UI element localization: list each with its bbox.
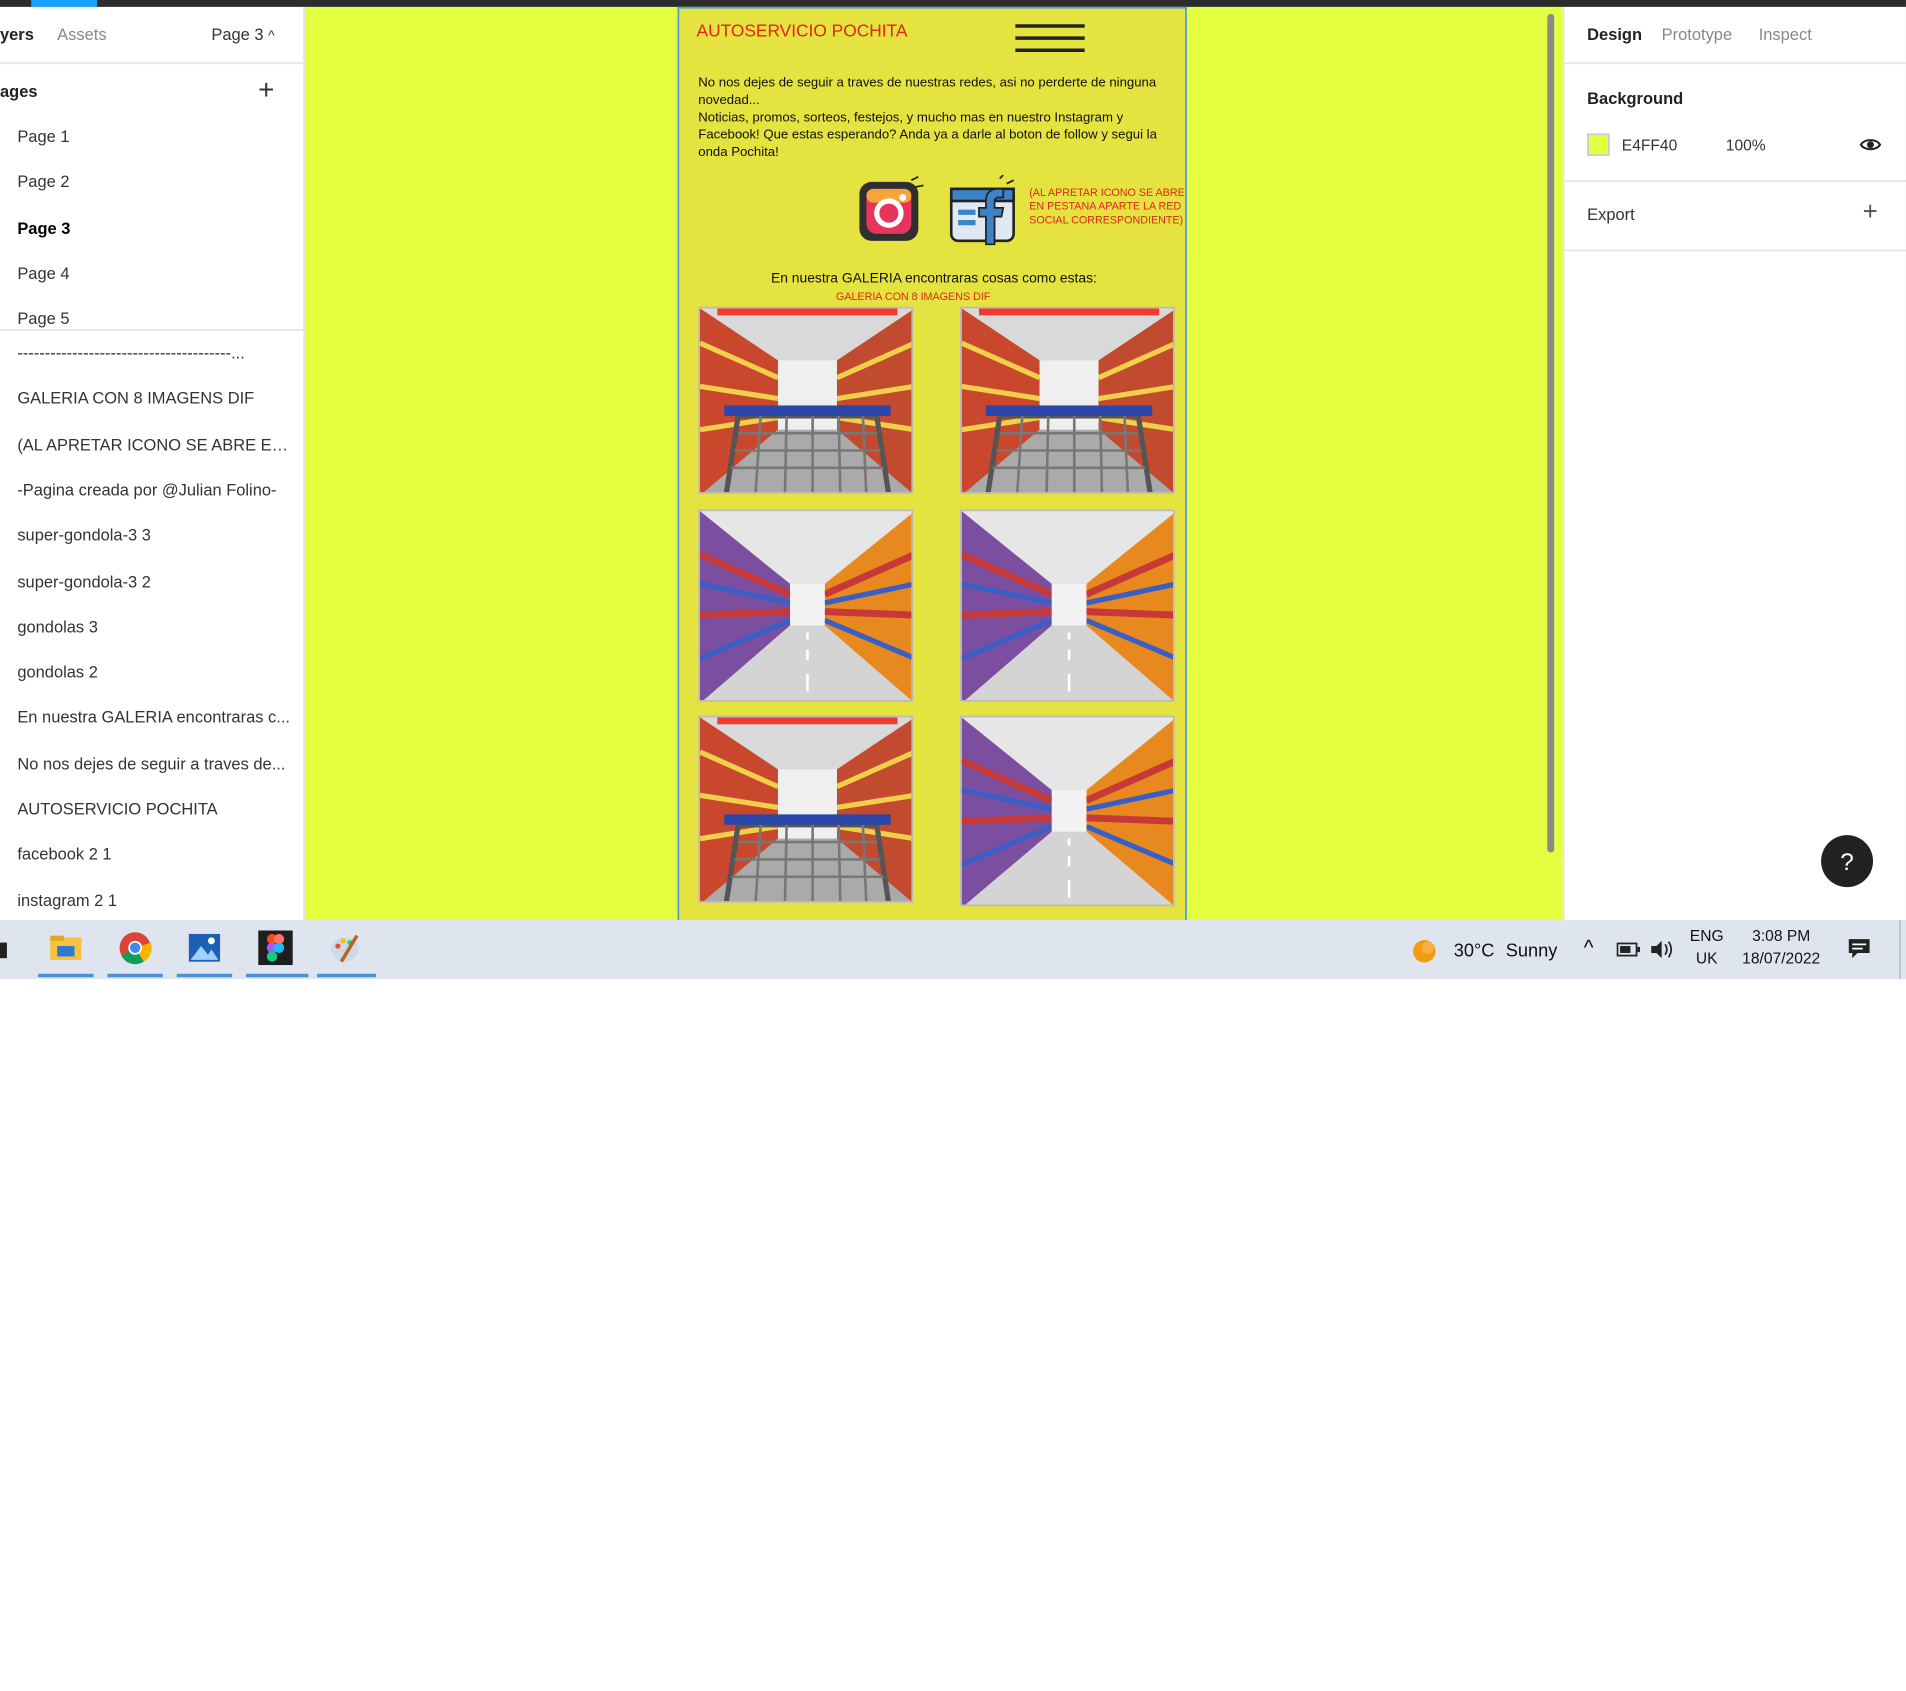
- language-indicator[interactable]: ENG UK: [1684, 925, 1729, 970]
- screen: yers Assets Page 3 ^ ages + Page 1 Page …: [0, 0, 1906, 1691]
- tab-prototype[interactable]: Prototype: [1662, 26, 1732, 45]
- layer-label: super-gondola-3 3: [17, 527, 151, 546]
- background-swatch[interactable]: [1587, 133, 1610, 156]
- gallery-image-super-aisle[interactable]: [698, 307, 913, 494]
- layer-label: instagram 2 1: [17, 892, 117, 911]
- layer-item[interactable]: ---------------------------------------.…: [17, 345, 298, 364]
- help-button[interactable]: ?: [1821, 835, 1873, 887]
- notification-icon[interactable]: [1847, 937, 1871, 965]
- layer-label: GALERIA CON 8 IMAGENS DIF: [17, 390, 254, 409]
- clock-time: 3:08 PM: [1736, 925, 1826, 948]
- chrome-icon[interactable]: [118, 930, 153, 965]
- start-icon[interactable]: [0, 943, 7, 959]
- facebook-icon[interactable]: [948, 175, 1017, 248]
- design-frame[interactable]: AUTOSERVICIO POCHITA No nos dejes de seg…: [677, 7, 1186, 920]
- tab-design[interactable]: Design: [1587, 26, 1642, 45]
- layer-item[interactable]: gondolas 3: [17, 619, 298, 638]
- layer-item[interactable]: GALERIA CON 8 IMAGENS DIF: [17, 390, 298, 409]
- gallery-image-super-aisle[interactable]: [960, 307, 1175, 494]
- layer-item[interactable]: AUTOSERVICIO POCHITA: [17, 801, 298, 820]
- add-export-icon[interactable]: +: [1863, 199, 1878, 225]
- eye-icon[interactable]: [1859, 133, 1882, 164]
- layer-item[interactable]: super-gondola-3 2: [17, 574, 298, 593]
- layer-item[interactable]: instagram 2 1: [17, 892, 298, 911]
- weather-sun-icon[interactable]: [1412, 939, 1436, 968]
- layer-item[interactable]: No nos dejes de seguir a traves de...: [17, 755, 298, 774]
- layers-panel: yers Assets Page 3 ^ ages + Page 1 Page …: [0, 7, 305, 920]
- properties-panel: Design Prototype Inspect Background E4FF…: [1563, 7, 1906, 920]
- icon-note[interactable]: (AL APRETAR ICONO SE ABRE EN PESTANA APA…: [1029, 187, 1188, 229]
- top-toolbar: [0, 0, 1906, 7]
- battery-icon[interactable]: [1617, 941, 1641, 964]
- tab-assets[interactable]: Assets: [57, 26, 106, 45]
- left-panel-tabs: yers Assets Page 3 ^: [0, 7, 303, 64]
- panel-divider: [1565, 250, 1906, 252]
- page-item-4[interactable]: Page 4: [17, 265, 69, 284]
- canvas-scrollbar[interactable]: [1547, 14, 1554, 853]
- show-desktop-strip[interactable]: [1899, 920, 1906, 979]
- page-item-5[interactable]: Page 5: [17, 310, 69, 329]
- active-tool-indicator: [31, 0, 97, 7]
- layer-label: gondolas 3: [17, 619, 98, 638]
- instagram-icon[interactable]: [854, 175, 923, 248]
- layer-item[interactable]: super-gondola-3 3: [17, 527, 298, 546]
- layer-label: AUTOSERVICIO POCHITA: [17, 801, 217, 820]
- paint-icon[interactable]: [327, 930, 362, 965]
- background-label: Background: [1587, 90, 1683, 109]
- taskbar: 30°C Sunny ^ ENG UK 3:08 PM 18/07/2022: [0, 920, 1906, 979]
- add-page-icon[interactable]: +: [258, 78, 274, 106]
- hamburger-menu-icon[interactable]: [1015, 21, 1084, 56]
- page-selector[interactable]: Page 3 ^: [211, 26, 274, 45]
- background-hex-field[interactable]: E4FF40: [1622, 137, 1677, 154]
- chevron-up-icon[interactable]: ^: [1584, 936, 1594, 960]
- paragraph-line-2: Noticias, promos, sorteos, festejos, y m…: [698, 109, 1174, 161]
- page-item-3[interactable]: Page 3: [17, 220, 70, 239]
- language-line-1: ENG: [1684, 925, 1729, 948]
- file-explorer-icon[interactable]: [49, 930, 84, 965]
- gallery-image-gondolas[interactable]: [960, 716, 1175, 907]
- layer-label: super-gondola-3 2: [17, 574, 151, 593]
- gallery-image-super-aisle[interactable]: [698, 716, 913, 903]
- language-line-2: UK: [1684, 948, 1729, 971]
- layer-label: -Pagina creada por @Julian Folino-: [17, 482, 276, 501]
- pages-divider: [0, 329, 305, 331]
- layer-label: No nos dejes de seguir a traves de...: [17, 755, 285, 774]
- layer-label: ---------------------------------------.…: [17, 345, 245, 364]
- page-item-1[interactable]: Page 1: [17, 128, 69, 147]
- right-panel-tabs: Design Prototype Inspect: [1565, 7, 1906, 64]
- chevron-up-icon: ^: [268, 28, 275, 44]
- figma-icon[interactable]: [258, 930, 293, 965]
- tab-layers[interactable]: yers: [0, 26, 34, 45]
- layer-item[interactable]: -Pagina creada por @Julian Folino-: [17, 482, 298, 501]
- layer-item[interactable]: En nuestra GALERIA encontraras c...: [17, 709, 298, 728]
- gallery-image-gondolas[interactable]: [698, 509, 913, 701]
- paragraph-line-1: No nos dejes de seguir a traves de nuest…: [698, 75, 1174, 110]
- clock-date: 18/07/2022: [1736, 948, 1826, 971]
- export-label: Export: [1587, 206, 1635, 225]
- page-item-2[interactable]: Page 2: [17, 173, 69, 192]
- layer-item[interactable]: (AL APRETAR ICONO SE ABRE EN ...: [17, 437, 298, 456]
- pages-header: ages: [0, 83, 38, 102]
- photos-icon[interactable]: [187, 930, 222, 965]
- layer-label: gondolas 2: [17, 664, 98, 683]
- layer-label: facebook 2 1: [17, 846, 111, 865]
- weather-text[interactable]: Sunny: [1506, 941, 1558, 962]
- background-opacity-field[interactable]: 100%: [1726, 137, 1766, 154]
- layer-item[interactable]: gondolas 2: [17, 664, 298, 683]
- gallery-image-gondolas[interactable]: [960, 509, 1175, 701]
- gallery-heading[interactable]: En nuestra GALERIA encontraras cosas com…: [679, 270, 1188, 286]
- volume-icon[interactable]: [1650, 939, 1674, 965]
- layer-label: En nuestra GALERIA encontraras c...: [17, 709, 290, 728]
- page-selector-label: Page 3: [211, 26, 263, 45]
- frame-title[interactable]: AUTOSERVICIO POCHITA: [697, 23, 908, 42]
- social-paragraph[interactable]: No nos dejes de seguir a traves de nuest…: [698, 75, 1174, 162]
- gallery-subtitle[interactable]: GALERIA CON 8 IMAGENS DIF: [679, 291, 1147, 303]
- layer-label: (AL APRETAR ICONO SE ABRE EN ...: [17, 437, 298, 456]
- layer-item[interactable]: facebook 2 1: [17, 846, 298, 865]
- panel-divider: [1565, 180, 1906, 182]
- weather-temp[interactable]: 30°C: [1454, 941, 1495, 962]
- clock[interactable]: 3:08 PM 18/07/2022: [1736, 925, 1826, 970]
- tab-inspect[interactable]: Inspect: [1759, 26, 1812, 45]
